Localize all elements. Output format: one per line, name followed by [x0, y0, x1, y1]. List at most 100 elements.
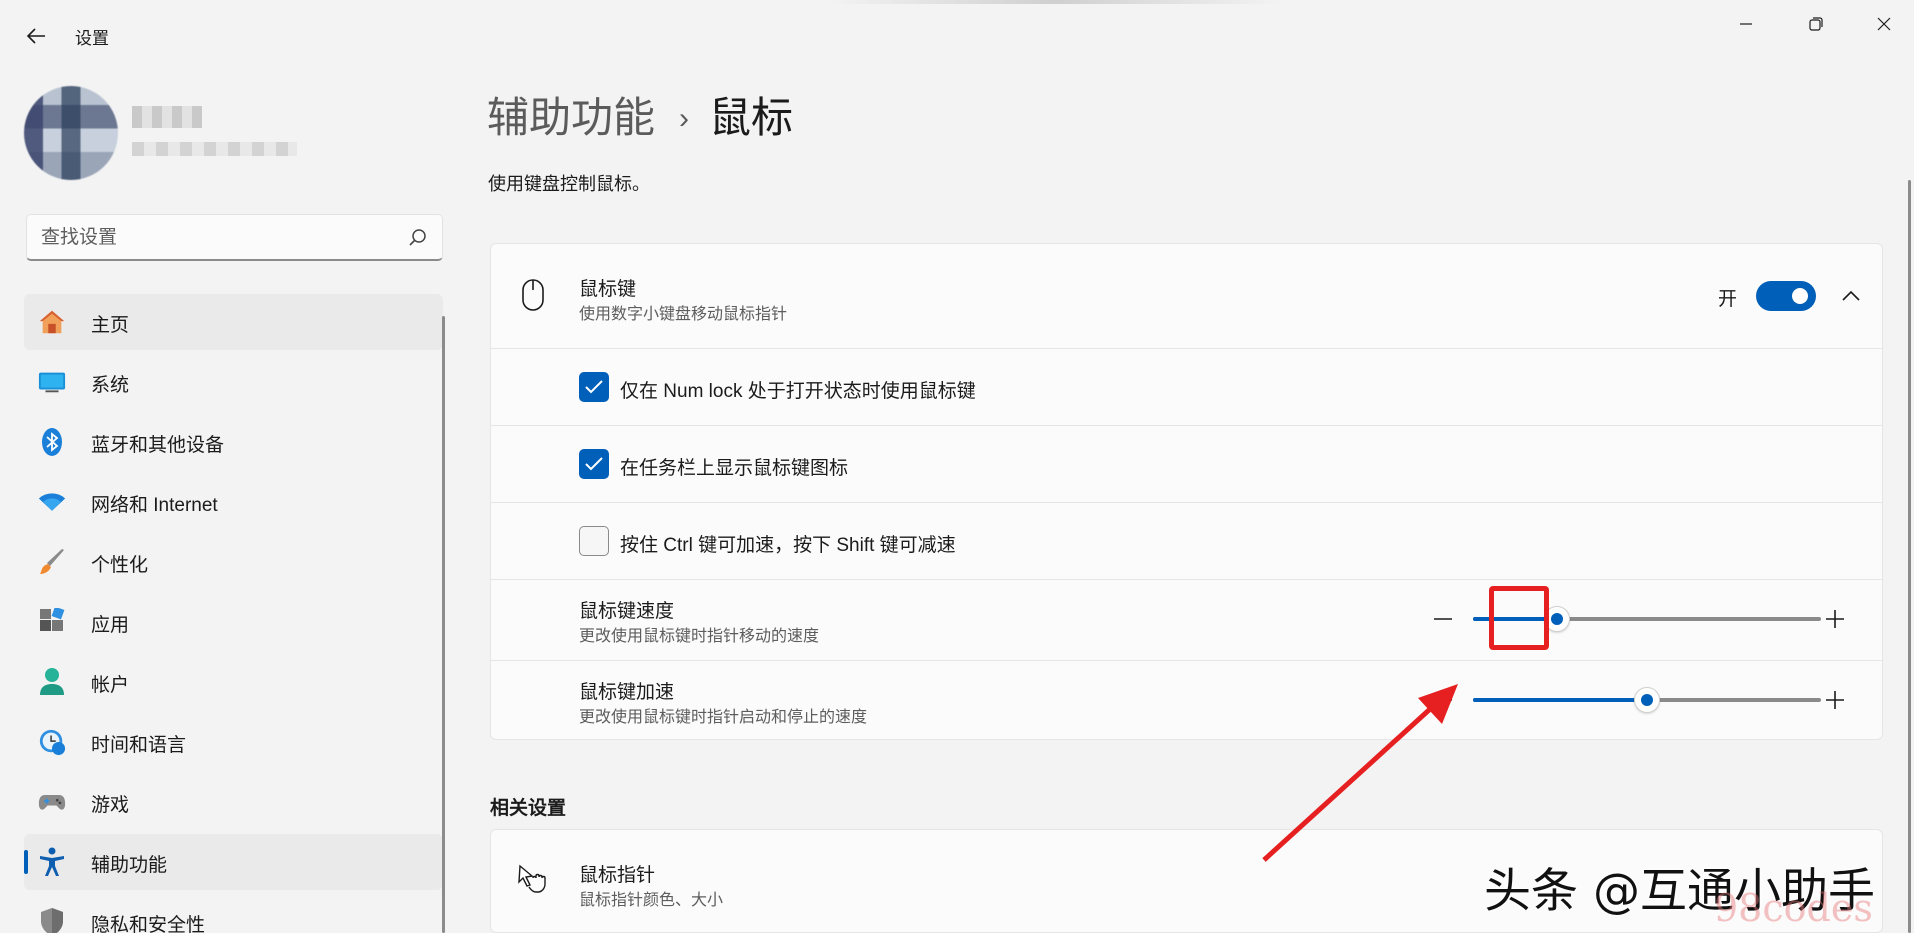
system-icon	[38, 368, 66, 396]
apps-icon	[38, 608, 66, 636]
search-input[interactable]	[41, 224, 401, 252]
wifi-icon	[38, 488, 66, 516]
sidebar-item-label: 隐私和安全性	[91, 915, 206, 933]
mouse-keys-toggle[interactable]	[1756, 281, 1816, 311]
plus-icon	[1826, 691, 1844, 709]
main-scrollbar[interactable]	[1908, 180, 1911, 933]
sidebar-item-label: 主页	[91, 315, 130, 336]
bluetooth-icon	[38, 428, 66, 456]
minus-icon	[1434, 618, 1452, 620]
speed-row: 鼠标键速度 更改使用鼠标键时指针移动的速度	[491, 579, 1882, 660]
back-arrow-icon	[26, 28, 45, 44]
breadcrumb-parent[interactable]: 辅助功能	[487, 94, 655, 141]
app-title: 设置	[75, 29, 109, 48]
close-button[interactable]	[1856, 6, 1912, 42]
mouse-keys-card: 鼠标键 使用数字小键盘移动鼠标指针 开 仅在 Num lock 处于打开状态时使…	[490, 243, 1883, 740]
option-label: 按住 Ctrl 键可加速，按下 Shift 键可减速	[620, 535, 956, 556]
acceleration-row: 鼠标键加速 更改使用鼠标键时指针启动和停止的速度	[491, 660, 1882, 741]
increase-speed-button[interactable]	[1823, 607, 1847, 631]
sidebar-item-bluetooth[interactable]: 蓝牙和其他设备	[24, 414, 443, 470]
search-icon	[409, 229, 426, 246]
sidebar-item-time-language[interactable]: 时间和语言	[24, 714, 443, 770]
sidebar-item-label: 网络和 Internet	[91, 495, 218, 516]
mouse-pointer-subtitle: 鼠标指针颜色、大小	[579, 892, 724, 909]
sidebar-scrollbar[interactable]	[442, 316, 445, 933]
sidebar-item-network[interactable]: 网络和 Internet	[24, 474, 443, 530]
search-box[interactable]	[26, 214, 443, 261]
sidebar-item-label: 系统	[91, 375, 130, 396]
watermark-site: 98codes	[1714, 886, 1873, 930]
option-label: 仅在 Num lock 处于打开状态时使用鼠标键	[620, 381, 976, 402]
minimize-icon	[1740, 23, 1752, 25]
breadcrumb-separator-icon: ›	[679, 102, 690, 135]
slider-fill	[1473, 698, 1647, 702]
sidebar-item-privacy[interactable]: 隐私和安全性	[24, 894, 443, 933]
user-name-blurred	[132, 106, 202, 128]
speed-subtitle: 更改使用鼠标键时指针移动的速度	[579, 628, 820, 645]
taskbar-icon-checkbox[interactable]	[579, 449, 609, 479]
breadcrumb: 辅助功能 › 鼠标	[487, 84, 793, 145]
ctrl-shift-checkbox[interactable]	[579, 526, 609, 556]
increase-acceleration-button[interactable]	[1823, 688, 1847, 712]
gamepad-icon	[38, 788, 66, 816]
speed-title: 鼠标键速度	[579, 601, 675, 622]
plus-icon	[1826, 610, 1844, 628]
checkmark-icon	[585, 380, 603, 394]
mouse-keys-subtitle: 使用数字小键盘移动鼠标指针	[579, 306, 788, 323]
numlock-only-checkbox[interactable]	[579, 372, 609, 402]
acceleration-title: 鼠标键加速	[579, 682, 675, 703]
minimize-button[interactable]	[1718, 6, 1774, 42]
account-icon	[38, 668, 66, 696]
settings-window: 设置 主页 系统	[0, 0, 1914, 933]
sidebar-item-label: 时间和语言	[91, 735, 187, 756]
sidebar-item-label: 辅助功能	[91, 855, 168, 876]
close-icon	[1877, 17, 1891, 31]
page-title: 鼠标	[709, 94, 794, 141]
option-row: 在任务栏上显示鼠标键图标	[491, 425, 1882, 502]
active-indicator	[24, 850, 28, 874]
sidebar-item-accounts[interactable]: 帐户	[24, 654, 443, 710]
home-icon	[38, 308, 66, 336]
slider-thumb[interactable]	[1634, 687, 1660, 713]
sidebar-item-label: 应用	[91, 615, 130, 636]
brush-icon	[38, 548, 66, 576]
mouse-icon	[522, 279, 544, 311]
clock-globe-icon	[38, 728, 66, 756]
back-button[interactable]	[18, 20, 54, 52]
mouse-keys-header[interactable]: 鼠标键 使用数字小键盘移动鼠标指针 开	[491, 244, 1882, 348]
slider-track[interactable]	[1473, 687, 1821, 713]
sidebar-item-apps[interactable]: 应用	[24, 594, 443, 650]
chevron-up-icon	[1842, 290, 1860, 301]
sidebar-item-accessibility[interactable]: 辅助功能	[24, 834, 443, 890]
acceleration-subtitle: 更改使用鼠标键时指针启动和停止的速度	[579, 709, 868, 726]
page-description: 使用键盘控制鼠标。	[488, 174, 650, 194]
pointer-hand-icon	[518, 864, 546, 893]
sidebar-item-personalization[interactable]: 个性化	[24, 534, 443, 590]
sidebar-item-gaming[interactable]: 游戏	[24, 774, 443, 830]
checkmark-icon	[585, 457, 603, 471]
decrease-speed-button[interactable]	[1431, 607, 1455, 631]
mouse-keys-title: 鼠标键	[579, 279, 637, 300]
accessibility-icon	[38, 847, 66, 876]
avatar[interactable]	[24, 86, 118, 180]
sidebar-item-label: 游戏	[91, 795, 130, 816]
user-email-blurred	[132, 142, 297, 156]
sidebar-item-label: 帐户	[91, 675, 130, 696]
option-label: 在任务栏上显示鼠标键图标	[620, 458, 849, 479]
sidebar-item-home[interactable]: 主页	[24, 294, 443, 350]
collapse-button[interactable]	[1836, 282, 1866, 310]
restore-icon	[1809, 17, 1823, 31]
option-row: 按住 Ctrl 键可加速，按下 Shift 键可减速	[491, 502, 1882, 579]
acceleration-slider[interactable]	[1431, 685, 1851, 715]
shield-icon	[38, 908, 66, 933]
title-bar: 设置	[0, 0, 1914, 72]
sidebar-item-label: 蓝牙和其他设备	[91, 435, 225, 456]
sidebar-item-system[interactable]: 系统	[24, 354, 443, 410]
annotation-arrow-icon	[1262, 684, 1458, 862]
option-row: 仅在 Num lock 处于打开状态时使用鼠标键	[491, 348, 1882, 425]
sidebar-nav: 主页 系统 蓝牙和其他设备 网络和 Internet 个性化 应用 帐户 时间和…	[24, 294, 443, 933]
related-settings-heading: 相关设置	[490, 798, 567, 819]
mouse-pointer-title: 鼠标指针	[579, 865, 656, 886]
sidebar-item-label: 个性化	[91, 555, 149, 576]
restore-button[interactable]	[1788, 6, 1844, 42]
